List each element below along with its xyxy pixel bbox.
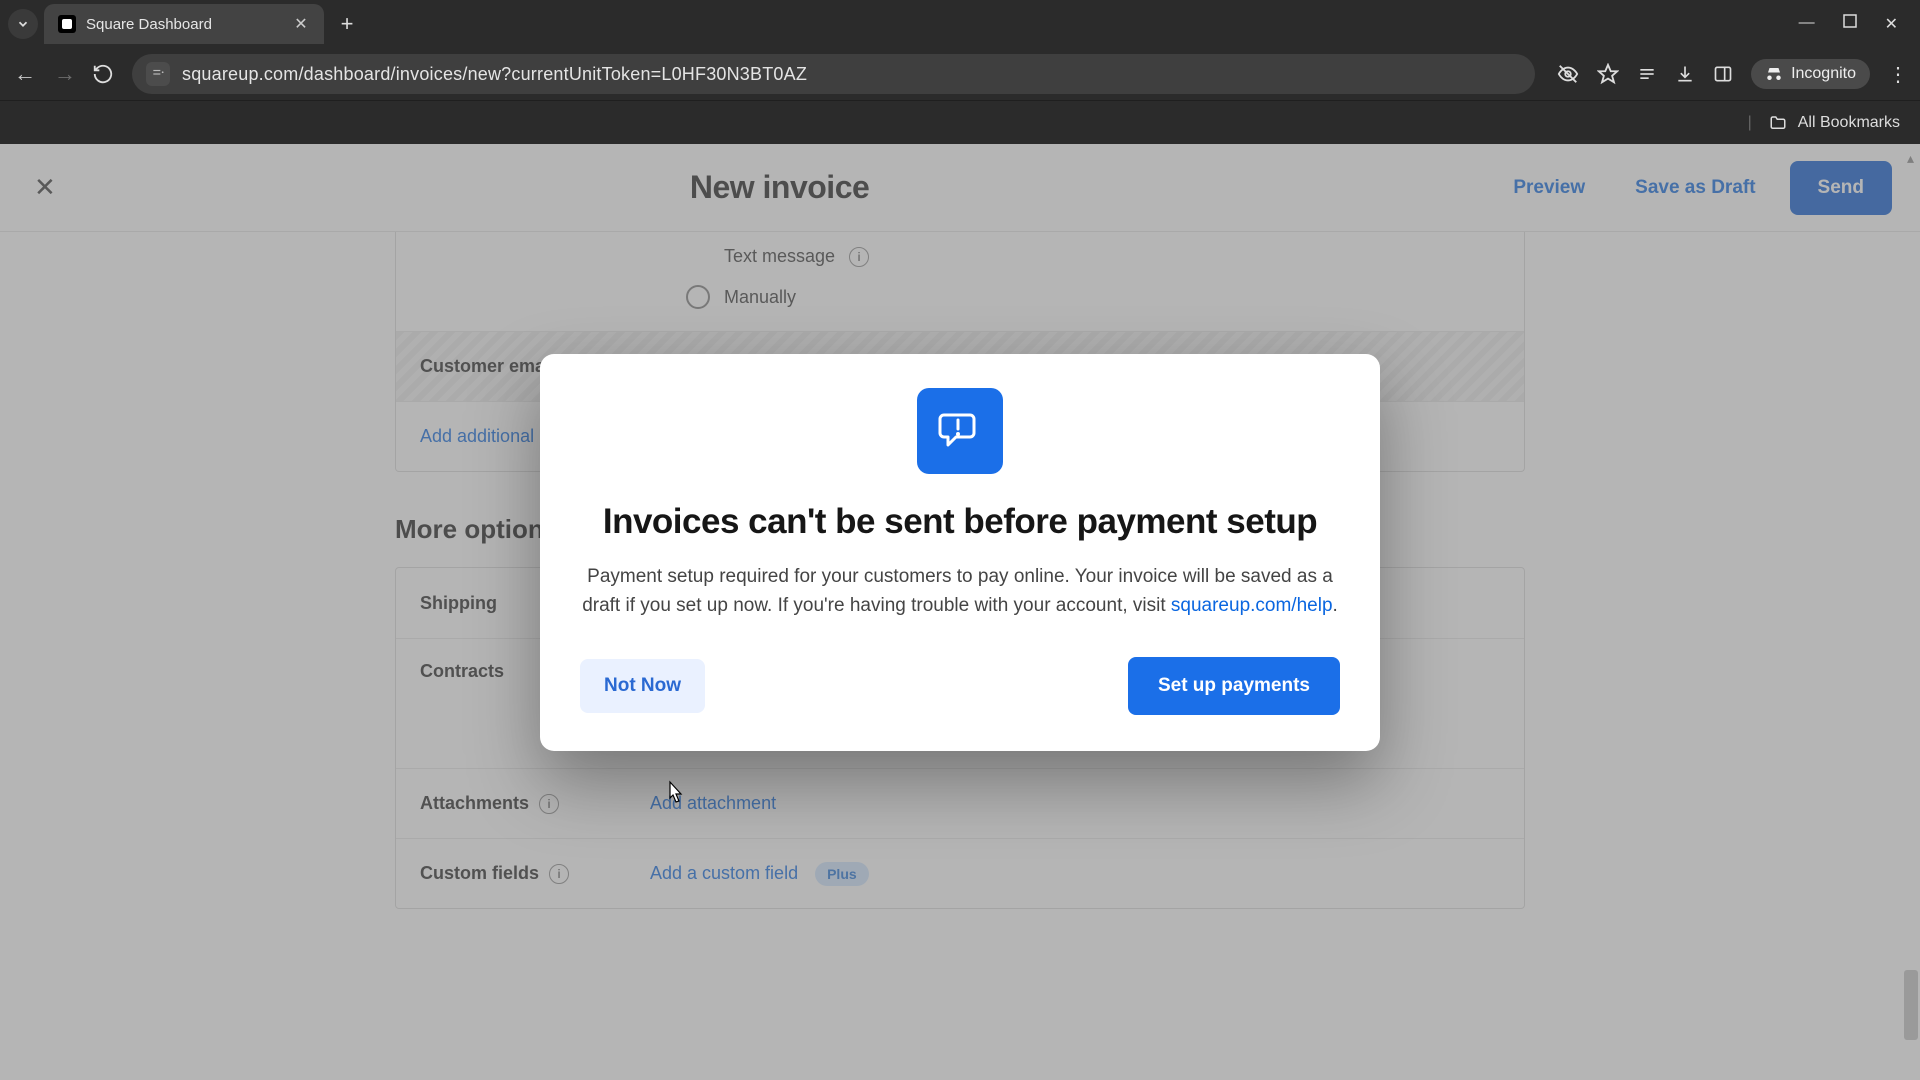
- reload-button[interactable]: [92, 63, 118, 85]
- eye-off-icon[interactable]: [1557, 63, 1579, 85]
- modal-body-post: .: [1333, 595, 1338, 616]
- modal-actions: Not Now Set up payments: [580, 657, 1340, 715]
- browser-chrome: Square Dashboard ✕ + — ✕ ← → squareup.co…: [0, 0, 1920, 144]
- media-control-icon[interactable]: [1637, 64, 1657, 84]
- url-text: squareup.com/dashboard/invoices/new?curr…: [182, 64, 807, 85]
- incognito-icon: [1765, 65, 1783, 83]
- folder-icon: [1768, 114, 1788, 132]
- minimize-icon[interactable]: —: [1799, 14, 1815, 34]
- all-bookmarks-link[interactable]: All Bookmarks: [1798, 114, 1900, 132]
- back-button[interactable]: ←: [12, 61, 38, 87]
- not-now-button[interactable]: Not Now: [580, 659, 705, 713]
- payment-setup-modal: Invoices can't be sent before payment se…: [540, 354, 1380, 751]
- address-bar: ← → squareup.com/dashboard/invoices/new?…: [0, 48, 1920, 100]
- incognito-label: Incognito: [1791, 65, 1856, 83]
- incognito-chip[interactable]: Incognito: [1751, 59, 1870, 89]
- maximize-icon[interactable]: [1843, 14, 1857, 34]
- forward-button[interactable]: →: [52, 61, 78, 87]
- site-info-icon[interactable]: [146, 62, 170, 86]
- modal-title: Invoices can't be sent before payment se…: [580, 500, 1340, 544]
- browser-tab[interactable]: Square Dashboard ✕: [44, 4, 324, 44]
- tab-favicon: [58, 15, 76, 33]
- help-link[interactable]: squareup.com/help: [1171, 595, 1333, 616]
- setup-payments-button[interactable]: Set up payments: [1128, 657, 1340, 715]
- pointer-cursor-icon: [664, 780, 684, 806]
- bookmarks-bar: | All Bookmarks: [0, 100, 1920, 144]
- downloads-icon[interactable]: [1675, 64, 1695, 84]
- modal-body: Payment setup required for your customer…: [580, 562, 1340, 621]
- window-controls: — ✕: [1799, 14, 1912, 34]
- tab-title: Square Dashboard: [86, 16, 282, 33]
- side-panel-icon[interactable]: [1713, 64, 1733, 84]
- alert-icon: [917, 388, 1003, 474]
- url-box[interactable]: squareup.com/dashboard/invoices/new?curr…: [132, 54, 1535, 94]
- new-tab-button[interactable]: +: [332, 11, 362, 37]
- bookmark-star-icon[interactable]: [1597, 63, 1619, 85]
- overflow-menu-icon[interactable]: ⋮: [1888, 62, 1908, 87]
- app-viewport: ✕ New invoice Preview Save as Draft Send…: [0, 144, 1920, 1080]
- close-window-icon[interactable]: ✕: [1885, 14, 1898, 34]
- modal-overlay[interactable]: Invoices can't be sent before payment se…: [0, 144, 1920, 1080]
- tab-bar: Square Dashboard ✕ + — ✕: [0, 0, 1920, 48]
- tab-close-icon[interactable]: ✕: [292, 15, 310, 33]
- chevron-down-icon: [16, 17, 30, 31]
- tab-search-dropdown[interactable]: [8, 9, 38, 39]
